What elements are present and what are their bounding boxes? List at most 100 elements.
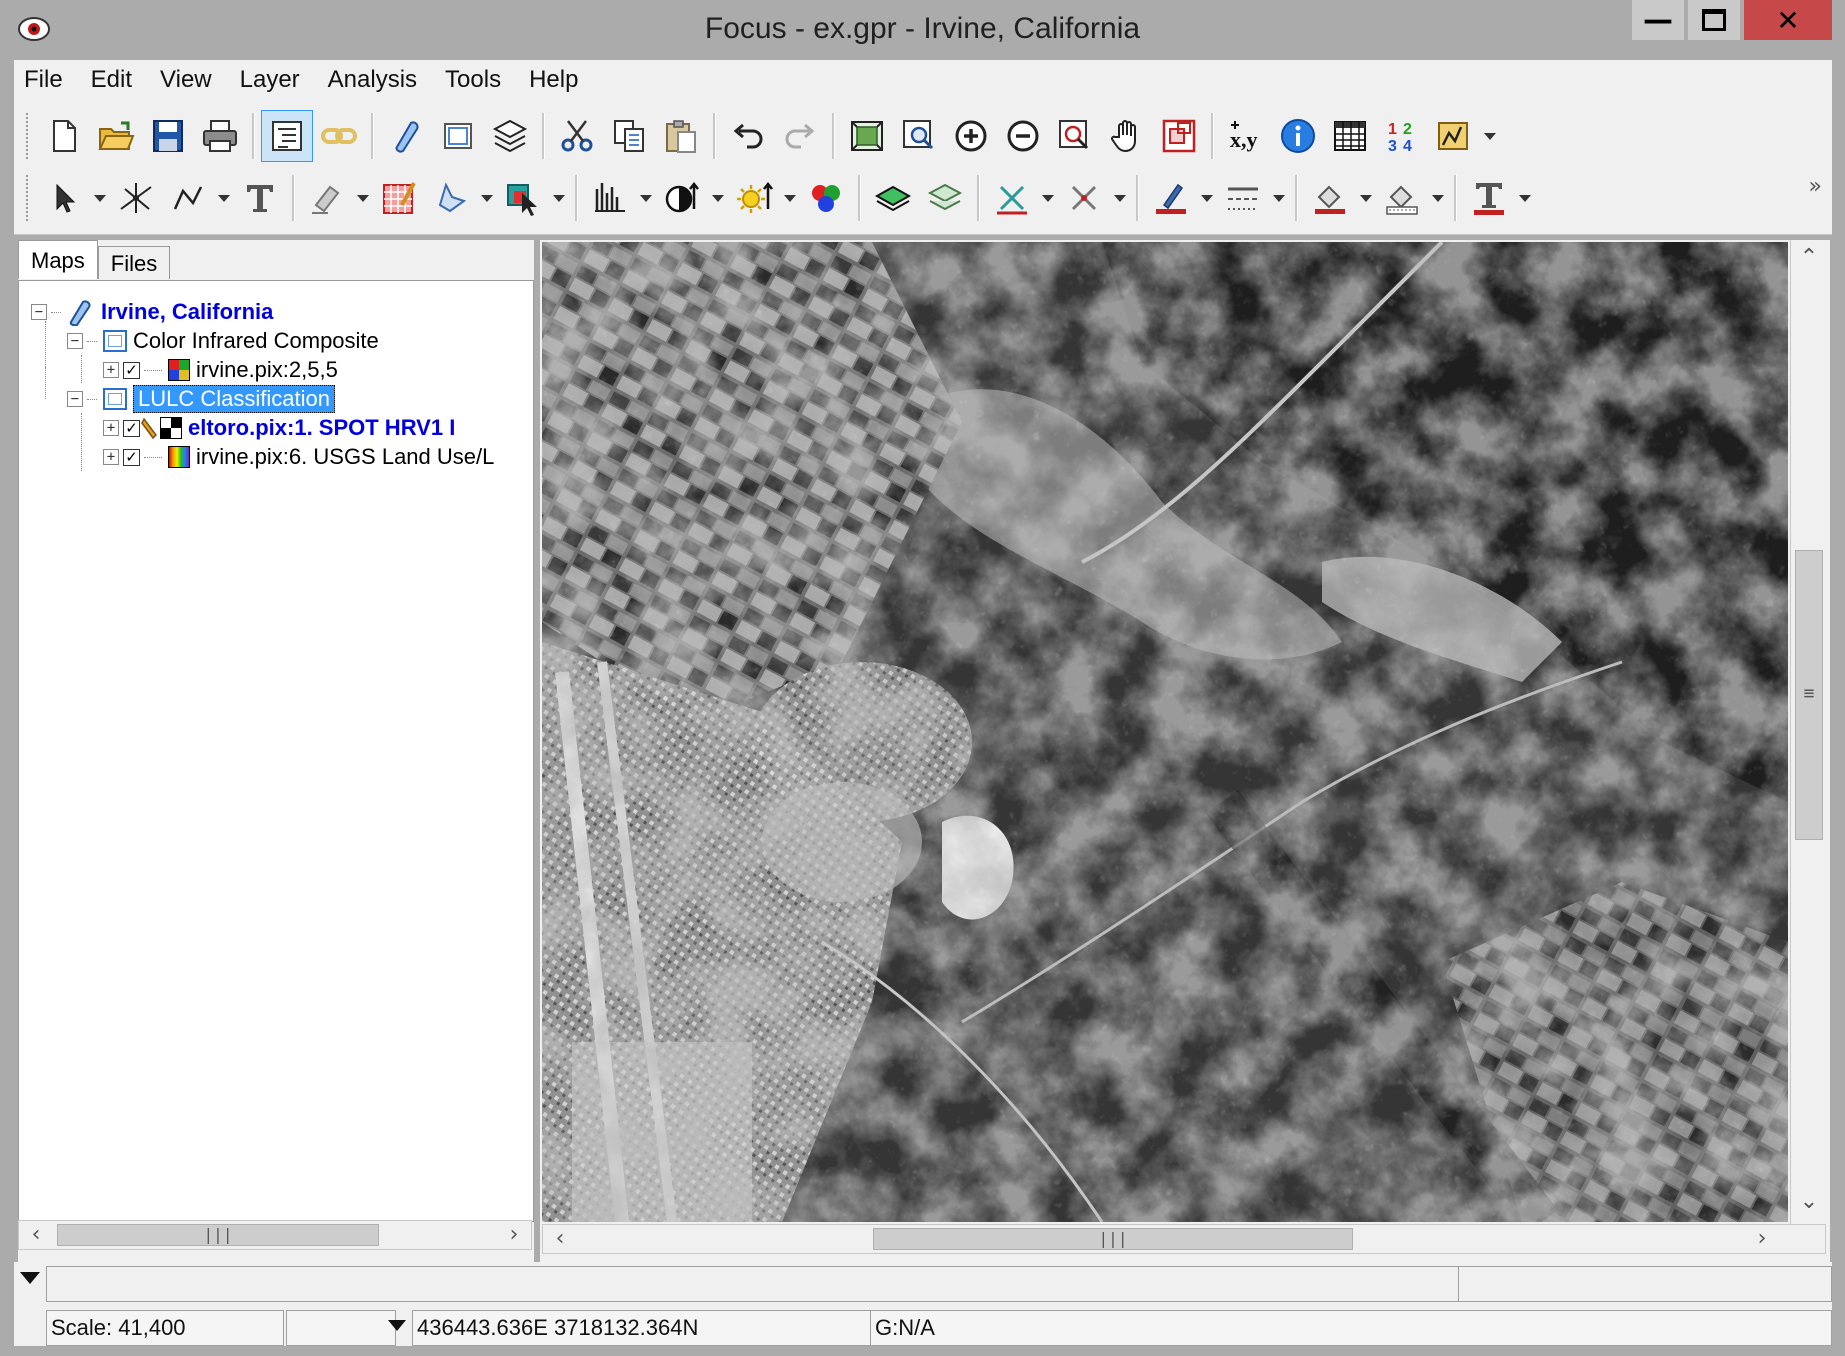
layer-properties-button[interactable] <box>867 172 919 224</box>
toolbar-grip[interactable] <box>26 175 32 221</box>
gcp-dropdown-arrow[interactable] <box>1038 172 1058 224</box>
region-dropdown-arrow[interactable] <box>477 172 497 224</box>
profile-dropdown-arrow[interactable] <box>1480 110 1500 162</box>
select-dropdown-arrow[interactable] <box>90 172 110 224</box>
attribute-table-button[interactable] <box>1324 110 1376 162</box>
go-to-coordinate-button[interactable]: x,y <box>1220 110 1272 162</box>
open-button[interactable] <box>90 110 142 162</box>
zoom-out-button[interactable] <box>997 110 1049 162</box>
copy-button[interactable] <box>603 110 655 162</box>
tab-files[interactable]: Files <box>97 246 171 279</box>
layer-select-dropdown-arrow[interactable] <box>549 172 569 224</box>
fill-style-dropdown-arrow[interactable] <box>1428 172 1448 224</box>
profile-button[interactable] <box>1428 110 1480 162</box>
expand-toggle[interactable]: + <box>103 449 119 465</box>
text-color-button[interactable] <box>1463 172 1515 224</box>
new-file-button[interactable] <box>38 110 90 162</box>
text-tool-button[interactable] <box>234 172 286 224</box>
map-vertical-scrollbar[interactable]: ⌃ ≡ ⌄ <box>1790 240 1827 1224</box>
zoom-to-extents-button[interactable] <box>841 110 893 162</box>
maximize-button[interactable] <box>1688 0 1740 40</box>
save-button[interactable] <box>142 110 194 162</box>
new-map-button[interactable] <box>380 110 432 162</box>
scroll-down-arrow[interactable]: ⌄ <box>1794 1188 1824 1216</box>
new-area-button[interactable] <box>432 110 484 162</box>
tree-node-layer[interactable]: + ✓ irvine.pix:2,5,5 <box>103 355 338 385</box>
select-button[interactable] <box>38 172 90 224</box>
brightness-dropdown-arrow[interactable] <box>780 172 800 224</box>
collapse-toggle[interactable]: − <box>67 333 83 349</box>
information-button[interactable] <box>1272 110 1324 162</box>
contrast-button[interactable] <box>656 172 708 224</box>
collapse-toggle[interactable]: − <box>31 304 47 320</box>
zoom-in-button[interactable] <box>945 110 997 162</box>
numeric-values-button[interactable]: 1234 <box>1376 110 1428 162</box>
coordinate-mode-dropdown-icon[interactable] <box>388 1320 406 1331</box>
maps-tree-button[interactable] <box>261 110 313 162</box>
fill-style-button[interactable] <box>1376 172 1428 224</box>
line-style-dropdown-arrow[interactable] <box>1269 172 1289 224</box>
menu-edit[interactable]: Edit <box>77 60 146 100</box>
draw-line-button[interactable] <box>162 172 214 224</box>
select-layer-button[interactable] <box>497 172 549 224</box>
eraser-dropdown-arrow[interactable] <box>353 172 373 224</box>
menu-view[interactable]: View <box>146 60 226 100</box>
gcp-button[interactable] <box>986 172 1038 224</box>
toolbar-grip[interactable] <box>26 113 32 159</box>
zoom-to-layer-button[interactable] <box>1049 110 1101 162</box>
fill-color-button[interactable] <box>1304 172 1356 224</box>
tree-horizontal-scrollbar[interactable]: ‹ ||| › <box>18 1220 532 1250</box>
pan-button[interactable] <box>1101 110 1153 162</box>
histogram-dropdown-arrow[interactable] <box>636 172 656 224</box>
tree-node-layer[interactable]: + ✓ irvine.pix:6. USGS Land Use/L <box>103 442 494 472</box>
draw-dropdown-arrow[interactable] <box>214 172 234 224</box>
tab-maps[interactable]: Maps <box>18 240 98 279</box>
contrast-dropdown-arrow[interactable] <box>708 172 728 224</box>
scroll-thumb[interactable]: ||| <box>873 1228 1353 1250</box>
menu-file[interactable]: File <box>14 60 77 100</box>
edit-vertices-button[interactable] <box>110 172 162 224</box>
expand-toggle[interactable]: + <box>103 420 119 436</box>
layers-button[interactable] <box>484 110 536 162</box>
layer-visibility-checkbox[interactable]: ✓ <box>123 361 140 379</box>
brightness-button[interactable] <box>728 172 780 224</box>
close-button[interactable]: ✕ <box>1744 0 1832 40</box>
toolbar-overflow-chevron[interactable]: » <box>1809 174 1822 199</box>
line-color-button[interactable] <box>1145 172 1197 224</box>
fill-color-dropdown-arrow[interactable] <box>1356 172 1376 224</box>
tie-point-dropdown-arrow[interactable] <box>1110 172 1130 224</box>
region-button[interactable] <box>425 172 477 224</box>
raster-edit-button[interactable] <box>373 172 425 224</box>
histogram-button[interactable] <box>584 172 636 224</box>
zoom-window-button[interactable] <box>893 110 945 162</box>
eraser-button[interactable] <box>301 172 353 224</box>
overview-button[interactable] <box>1153 110 1205 162</box>
scroll-right-arrow[interactable]: › <box>1747 1225 1777 1253</box>
tree-node-layer[interactable]: + ✓ eltoro.pix:1. SPOT HRV1 I <box>103 413 455 443</box>
rgb-mapper-button[interactable] <box>800 172 852 224</box>
scroll-left-arrow[interactable]: ‹ <box>21 1221 51 1249</box>
tree-node-area-selected[interactable]: − LULC Classification <box>67 384 335 414</box>
menu-tools[interactable]: Tools <box>431 60 515 100</box>
redo-button[interactable] <box>774 110 826 162</box>
map-horizontal-scrollbar[interactable]: ‹ ||| › <box>542 1224 1826 1254</box>
line-style-button[interactable] <box>1217 172 1269 224</box>
link-button[interactable] <box>313 110 365 162</box>
tie-point-button[interactable] <box>1058 172 1110 224</box>
layer-overlay-button[interactable] <box>919 172 971 224</box>
scroll-thumb[interactable]: ≡ <box>1795 550 1823 840</box>
scroll-thumb[interactable]: ||| <box>57 1224 379 1246</box>
print-button[interactable] <box>194 110 246 162</box>
expand-toggle[interactable]: + <box>103 362 119 378</box>
menu-help[interactable]: Help <box>515 60 592 100</box>
units-field[interactable] <box>286 1310 396 1346</box>
line-color-dropdown-arrow[interactable] <box>1197 172 1217 224</box>
minimize-button[interactable]: — <box>1632 0 1684 40</box>
layer-visibility-checkbox[interactable]: ✓ <box>123 419 140 437</box>
scroll-left-arrow[interactable]: ‹ <box>545 1225 575 1253</box>
paste-button[interactable] <box>655 110 707 162</box>
tree-node-area[interactable]: − Color Infrared Composite <box>67 326 379 356</box>
satellite-image-canvas[interactable] <box>542 242 1788 1222</box>
text-color-dropdown-arrow[interactable] <box>1515 172 1535 224</box>
layer-visibility-checkbox[interactable]: ✓ <box>123 448 140 466</box>
